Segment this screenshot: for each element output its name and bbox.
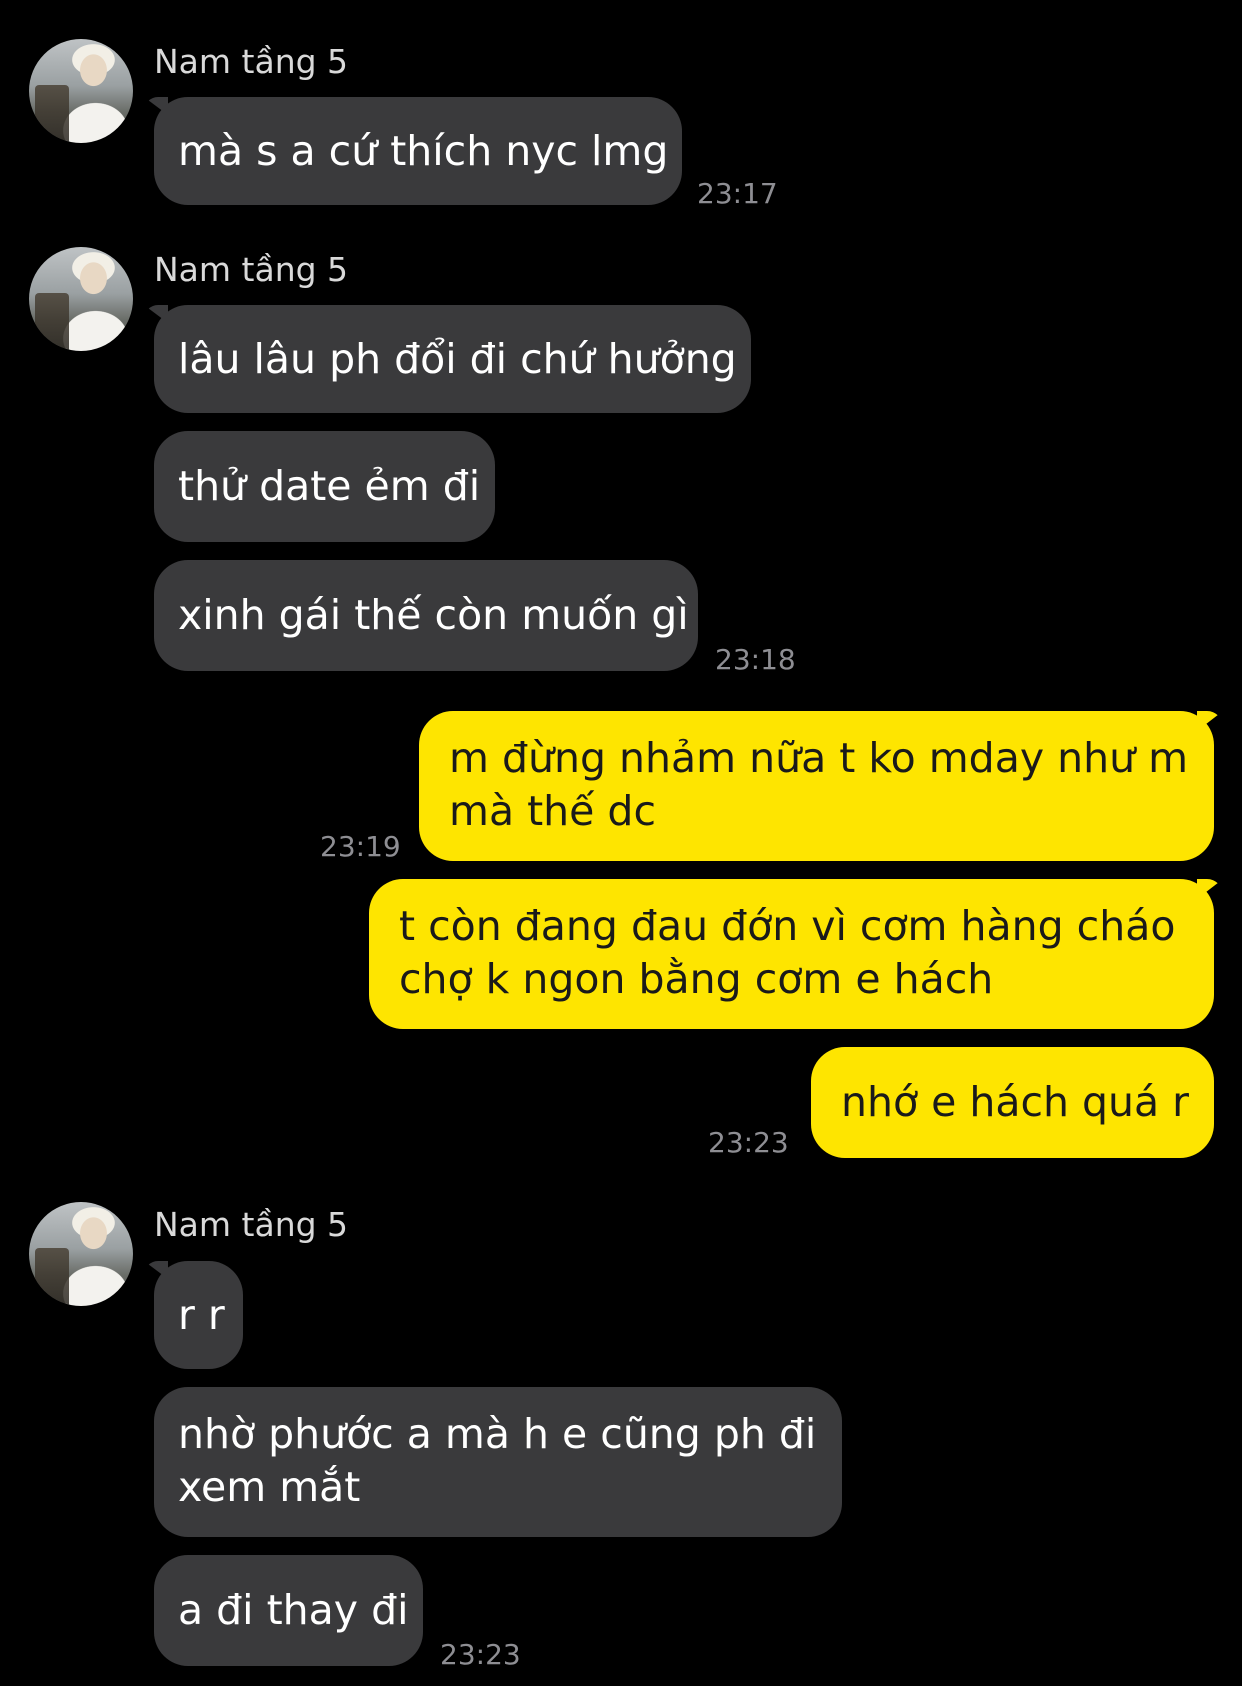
sender-avatar[interactable] — [29, 1202, 133, 1306]
message-text-line: xem mắt — [178, 1463, 361, 1511]
incoming-message[interactable]: a đi thay đi — [154, 1555, 423, 1666]
message-text-line: mà thế dc — [449, 787, 656, 835]
sender-avatar[interactable] — [29, 247, 133, 351]
sender-name: Nam tầng 5 — [154, 42, 349, 81]
message-text-line: nhờ phước a mà h e cũng ph đi — [178, 1410, 817, 1458]
incoming-message[interactable]: nhờ phước a mà h e cũng ph đi xem mắt — [154, 1387, 842, 1537]
message-text-line: chợ k ngon bằng cơm e hách — [399, 955, 994, 1003]
message-text: nhớ e hách quá r — [841, 1078, 1190, 1126]
message-text: r r — [178, 1291, 225, 1339]
message-timestamp: 23:19 — [320, 830, 401, 863]
incoming-message[interactable]: mà s a cứ thích nyc lmg — [154, 97, 682, 205]
sender-name: Nam tầng 5 — [154, 250, 349, 289]
message-timestamp: 23:23 — [440, 1638, 521, 1671]
message-timestamp: 23:17 — [697, 177, 778, 210]
message-timestamp: 23:23 — [708, 1126, 789, 1159]
message-text-line: t còn đang đau đớn vì cơm hàng cháo — [399, 902, 1176, 950]
incoming-message[interactable]: r r — [154, 1261, 243, 1369]
message-text-line: m đừng nhảm nữa t ko mday như m — [449, 734, 1189, 782]
incoming-message[interactable]: lâu lâu ph đổi đi chứ hưởng — [154, 305, 751, 413]
incoming-message[interactable]: thử date ẻm đi — [154, 431, 495, 542]
message-timestamp: 23:18 — [715, 643, 796, 676]
message-text: lâu lâu ph đổi đi chứ hưởng — [178, 335, 737, 383]
message-text: thử date ẻm đi — [178, 462, 481, 510]
outgoing-message[interactable]: t còn đang đau đớn vì cơm hàng cháo chợ … — [369, 879, 1214, 1029]
sender-avatar[interactable] — [29, 39, 133, 143]
sender-name: Nam tầng 5 — [154, 1205, 349, 1244]
outgoing-message[interactable]: nhớ e hách quá r — [811, 1047, 1214, 1158]
outgoing-message[interactable]: m đừng nhảm nữa t ko mday như m mà thế d… — [419, 711, 1214, 861]
message-text: xinh gái thế còn muốn gì — [178, 591, 689, 639]
message-text: mà s a cứ thích nyc lmg — [178, 127, 669, 175]
message-text: a đi thay đi — [178, 1586, 409, 1634]
incoming-message[interactable]: xinh gái thế còn muốn gì — [154, 560, 698, 671]
